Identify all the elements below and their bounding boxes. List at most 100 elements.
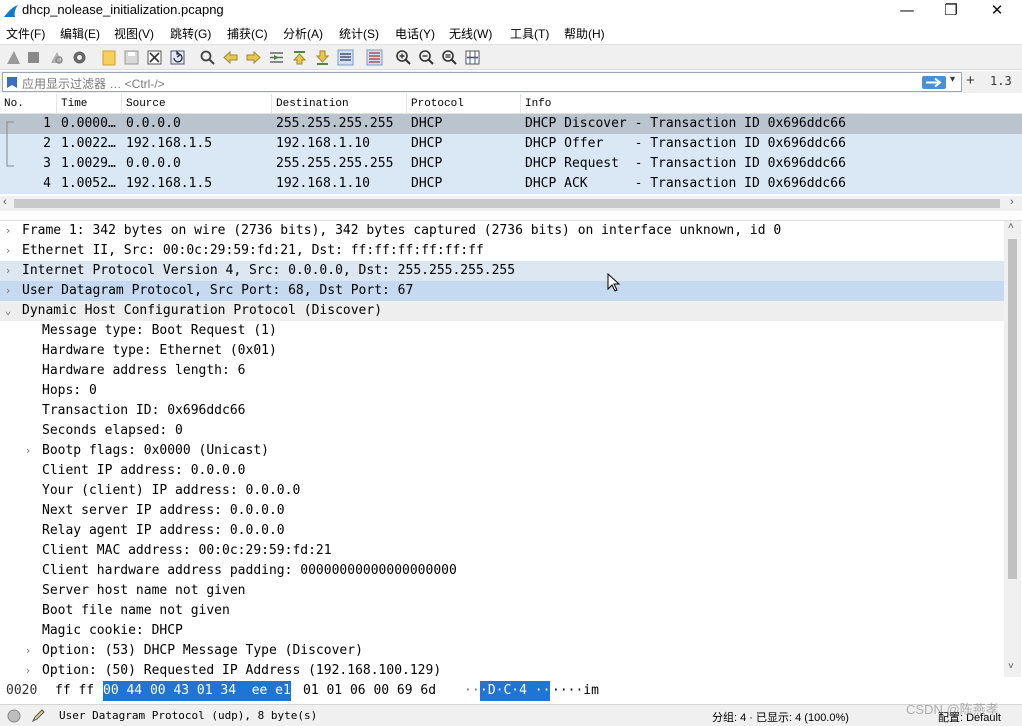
hex-bytes-before[interactable]: ff ff [55, 681, 94, 701]
save-file-icon[interactable] [123, 49, 140, 66]
detail-tree-item[interactable]: Server host name not given [0, 581, 1004, 601]
start-capture-icon[interactable] [5, 49, 22, 66]
close-button[interactable]: ✕ [974, 0, 1020, 22]
zoom-in-icon[interactable] [395, 49, 412, 66]
detail-tree-item[interactable]: Client MAC address: 00:0c:29:59:fd:21 [0, 541, 1004, 561]
packet-row[interactable]: 2 1.0022… 192.168.1.5 192.168.1.10 DHCP DHCP … [0, 134, 1022, 154]
ascii-before[interactable]: ·· [464, 681, 480, 701]
menu-telephony[interactable]: 电话(Y) [395, 25, 435, 42]
go-forward-icon[interactable] [245, 49, 262, 66]
menu-view[interactable]: 视图(V) [114, 25, 154, 42]
packet-list-horizontal-scrollbar[interactable]: ‹ › [0, 196, 1022, 211]
find-packet-icon[interactable] [199, 49, 216, 66]
colorize-icon[interactable] [366, 49, 383, 66]
detail-tree-item[interactable]: Hops: 0 [0, 381, 1004, 401]
detail-tree-item[interactable]: › Frame 1: 342 bytes on wire (2736 bits),… [0, 221, 1004, 241]
packet-row[interactable]: 4 1.0052… 192.168.1.5 192.168.1.10 DHCP DHCP … [0, 174, 1022, 194]
maximize-button[interactable]: ❐ [928, 0, 974, 22]
column-header-destination[interactable]: Destination [272, 94, 407, 114]
menu-capture[interactable]: 捕获(C) [227, 25, 268, 42]
details-vertical-scrollbar[interactable]: ˄ ˅ [1004, 221, 1021, 677]
display-filter-bar: 应用显示过滤器 … <Ctrl-/> ▾ + 1.3 [0, 71, 1022, 93]
detail-tree-item[interactable]: Boot file name not given [0, 601, 1004, 621]
go-back-icon[interactable] [222, 49, 239, 66]
last-packet-icon[interactable] [314, 49, 331, 66]
menu-bar: 文件(F) 编辑(E) 视图(V) 跳转(G) 捕获(C) 分析(A) 统计(S… [0, 22, 1022, 44]
minimize-button[interactable]: — [884, 0, 930, 22]
detail-tree-item[interactable]: Client IP address: 0.0.0.0 [0, 461, 1004, 481]
zoom-out-icon[interactable] [418, 49, 435, 66]
scroll-left-icon[interactable]: ‹ [3, 196, 7, 208]
detail-tree-item[interactable]: › Bootp flags: 0x0000 (Unicast) [0, 441, 1004, 461]
capture-options-icon[interactable] [71, 49, 88, 66]
column-header-protocol[interactable]: Protocol [407, 94, 521, 114]
detail-tree-item[interactable]: › Option: (53) DHCP Message Type (Discove… [0, 641, 1004, 661]
open-file-icon[interactable] [101, 49, 118, 66]
packet-row[interactable]: 3 1.0029… 0.0.0.0 255.255.255.255 DHCP DHCP R… [0, 154, 1022, 174]
menu-wireless[interactable]: 无线(W) [449, 25, 492, 42]
scroll-up-icon[interactable]: ˄ [1008, 221, 1014, 232]
detail-tree-item[interactable]: Your (client) IP address: 0.0.0.0 [0, 481, 1004, 501]
close-file-icon[interactable] [146, 49, 163, 66]
scrollbar-thumb[interactable] [1008, 239, 1017, 579]
filter-history-dropdown-icon[interactable]: ▾ [950, 74, 955, 85]
first-packet-icon[interactable] [291, 49, 308, 66]
ascii-selected[interactable]: ·D·C·4 ·· [480, 681, 551, 701]
apply-filter-arrow-icon[interactable] [922, 76, 946, 89]
restart-capture-icon[interactable] [48, 49, 65, 66]
menu-statistics[interactable]: 统计(S) [339, 25, 379, 42]
go-to-packet-icon[interactable] [268, 49, 285, 66]
expand-chevron-icon[interactable]: › [2, 261, 14, 281]
expand-chevron-icon[interactable]: › [22, 441, 34, 461]
menu-analyze[interactable]: 分析(A) [283, 25, 323, 42]
detail-tree-item[interactable]: › Ethernet II, Src: 00:0c:29:59:fd:21, Ds… [0, 241, 1004, 261]
cell-destination: 255.255.255.255 [276, 116, 394, 131]
column-header-time[interactable]: Time [57, 94, 122, 114]
resize-columns-icon[interactable] [464, 49, 481, 66]
expand-chevron-icon[interactable]: › [22, 641, 34, 661]
detail-tree-item[interactable]: ⌄ Dynamic Host Configuration Protocol (Di… [0, 301, 1004, 321]
menu-help[interactable]: 帮助(H) [564, 25, 605, 42]
collapse-chevron-icon[interactable]: ⌄ [2, 301, 14, 321]
detail-tree-item[interactable]: Transaction ID: 0x696ddc66 [0, 401, 1004, 421]
hex-bytes-selected[interactable]: 00 44 00 43 01 34 ee e1 [103, 681, 291, 701]
expand-chevron-icon[interactable]: › [2, 281, 14, 301]
ascii-after[interactable]: ····im [552, 681, 599, 701]
stop-capture-icon[interactable] [25, 49, 42, 66]
expand-chevron-icon[interactable]: › [22, 661, 34, 680]
column-header-source[interactable]: Source [122, 94, 272, 114]
detail-tree-item[interactable]: › Option: (50) Requested IP Address (192.… [0, 661, 1004, 680]
reload-file-icon[interactable] [169, 49, 186, 66]
packet-bytes-pane: 0020 ff ff 00 44 00 43 01 34 ee e1 01 01… [0, 681, 1022, 701]
menu-file[interactable]: 文件(F) [6, 25, 45, 42]
column-header-info[interactable]: Info [521, 94, 1022, 114]
bookmark-icon[interactable] [6, 76, 18, 89]
expand-chevron-icon[interactable]: › [2, 241, 14, 261]
detail-tree-item[interactable]: Next server IP address: 0.0.0.0 [0, 501, 1004, 521]
detail-tree-item[interactable]: Hardware address length: 6 [0, 361, 1004, 381]
add-filter-button-icon[interactable]: + [966, 72, 975, 89]
menu-go[interactable]: 跳转(G) [170, 25, 211, 42]
scroll-down-icon[interactable]: ˅ [1008, 661, 1014, 672]
menu-tools[interactable]: 工具(T) [510, 25, 549, 42]
scroll-right-icon[interactable]: › [1010, 196, 1014, 208]
packet-list-header: No. Time Source Destination Protocol Inf… [0, 94, 1022, 114]
display-filter-input[interactable]: 应用显示过滤器 … <Ctrl-/> ▾ [2, 72, 962, 92]
hex-bytes-after[interactable]: 01 01 06 00 69 6d [303, 681, 436, 701]
detail-tree-item[interactable]: Message type: Boot Request (1) [0, 321, 1004, 341]
scrollbar-thumb[interactable] [14, 199, 1000, 208]
detail-tree-item[interactable]: Hardware type: Ethernet (0x01) [0, 341, 1004, 361]
detail-tree-item[interactable]: › User Datagram Protocol, Src Port: 68, D… [0, 281, 1004, 301]
detail-tree-item[interactable]: Seconds elapsed: 0 [0, 421, 1004, 441]
column-header-no[interactable]: No. [0, 94, 57, 114]
packet-row[interactable]: 1 0.0000… 0.0.0.0 255.255.255.255 DHCP DHCP D… [0, 114, 1022, 134]
detail-tree-item[interactable]: Relay agent IP address: 0.0.0.0 [0, 521, 1004, 541]
zoom-normal-icon[interactable] [441, 49, 458, 66]
detail-tree-item[interactable]: › Internet Protocol Version 4, Src: 0.0.0… [0, 261, 1004, 281]
detail-tree-item[interactable]: Client hardware address padding: 0000000… [0, 561, 1004, 581]
detail-tree-item[interactable]: Magic cookie: DHCP [0, 621, 1004, 641]
edit-comment-icon[interactable] [31, 708, 46, 723]
expand-chevron-icon[interactable]: › [2, 221, 14, 241]
auto-scroll-icon[interactable] [337, 49, 354, 66]
menu-edit[interactable]: 编辑(E) [60, 25, 100, 42]
